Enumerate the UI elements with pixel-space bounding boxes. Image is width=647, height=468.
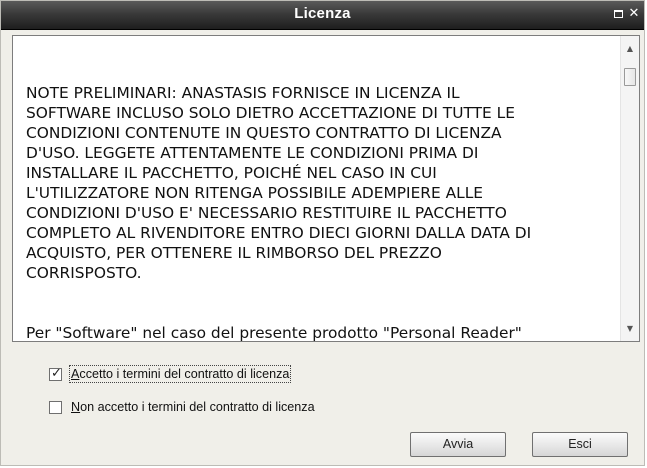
decline-terms-option[interactable]: Non accetto i termini del contratto di l… — [49, 398, 316, 416]
start-button[interactable]: Avvia — [410, 432, 506, 457]
accept-terms-checkbox[interactable]: ✓ — [49, 365, 62, 381]
license-text: NOTE PRELIMINARI: ANASTASIS FORNISCE IN … — [26, 63, 618, 342]
scroll-up-arrow-icon[interactable]: ▲ — [621, 40, 639, 57]
license-paragraph-1: NOTE PRELIMINARI: ANASTASIS FORNISCE IN … — [26, 84, 532, 282]
maximize-icon[interactable] — [612, 8, 624, 20]
checkmark-icon: ✓ — [51, 365, 62, 381]
scroll-thumb[interactable] — [624, 68, 636, 86]
title-bar[interactable]: Licenza ✕ — [1, 1, 644, 30]
accept-terms-option[interactable]: ✓ Accetto i termini del contratto di lic… — [49, 365, 292, 383]
license-dialog: Licenza ✕ NOTE PRELIMINARI: ANASTASIS FO… — [0, 0, 645, 466]
decline-terms-checkbox[interactable] — [49, 400, 62, 414]
accept-terms-label[interactable]: Accetto i termini del contratto di licen… — [68, 365, 292, 383]
window-title: Licenza — [294, 5, 351, 22]
exit-button[interactable]: Esci — [532, 432, 628, 457]
license-paragraph-2: Per "Software" nel caso del presente pro… — [26, 324, 522, 342]
vertical-scrollbar[interactable]: ▲ ▼ — [620, 36, 639, 341]
scroll-down-arrow-icon[interactable]: ▼ — [621, 320, 639, 337]
close-icon[interactable]: ✕ — [628, 7, 640, 20]
license-text-area[interactable]: NOTE PRELIMINARI: ANASTASIS FORNISCE IN … — [12, 35, 640, 342]
decline-terms-label[interactable]: Non accetto i termini del contratto di l… — [70, 399, 316, 415]
